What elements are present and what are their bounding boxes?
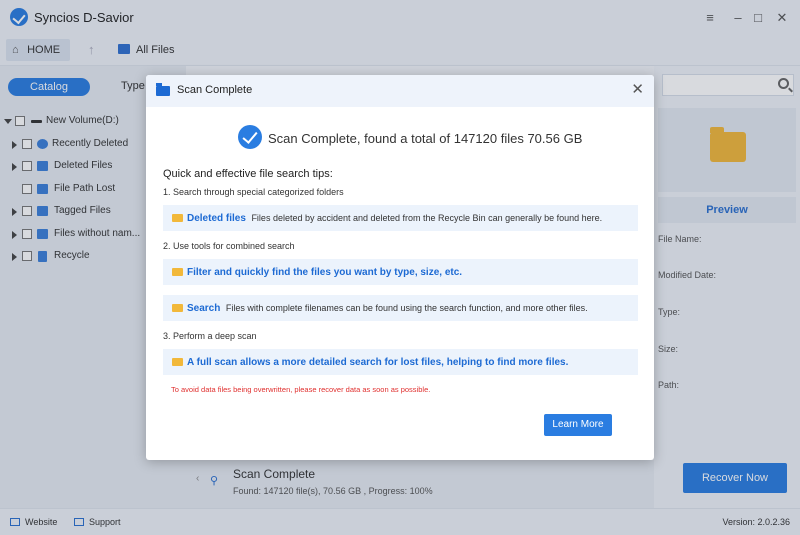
app-window: Syncios D-Savior ≡ – □ ✕ ⌂ HOME ↑ All Fi… (0, 0, 800, 535)
tip-link[interactable]: Deleted files (187, 213, 246, 224)
tip-link[interactable]: Search (187, 303, 220, 314)
folder-icon (172, 358, 183, 366)
scan-summary: Scan Complete, found a total of 147120 f… (268, 131, 583, 146)
dialog-header: Scan Complete ✕ (146, 75, 654, 107)
check-circle-icon (238, 125, 262, 149)
tip-search: Search Files with complete filenames can… (163, 295, 638, 321)
step-1: 1. Search through special categorized fo… (163, 187, 344, 197)
tip-text: Files with complete filenames can be fou… (225, 303, 588, 313)
tip-link[interactable]: Filter and quickly find the files you wa… (187, 267, 462, 278)
dialog-title: Scan Complete (177, 84, 253, 96)
warning-text: To avoid data files being overwritten, p… (171, 385, 431, 394)
folder-icon (172, 268, 183, 276)
tip-full-scan: A full scan allows a more detailed searc… (163, 349, 638, 375)
learn-more-button[interactable]: Learn More (544, 414, 612, 436)
close-icon[interactable]: ✕ (631, 82, 644, 98)
step-3: 3. Perform a deep scan (163, 331, 257, 341)
folder-icon (172, 214, 183, 222)
tips-heading: Quick and effective file search tips: (163, 168, 333, 180)
scan-complete-dialog: Scan Complete ✕ Scan Complete, found a t… (146, 75, 654, 460)
tip-text: Files deleted by accident and deleted fr… (251, 213, 603, 223)
tip-link[interactable]: A full scan allows a more detailed searc… (187, 357, 568, 368)
step-2: 2. Use tools for combined search (163, 241, 295, 251)
tip-filter: Filter and quickly find the files you wa… (163, 259, 638, 285)
folder-icon (156, 83, 170, 96)
folder-icon (172, 304, 183, 312)
tip-deleted-files: Deleted files Files deleted by accident … (163, 205, 638, 231)
